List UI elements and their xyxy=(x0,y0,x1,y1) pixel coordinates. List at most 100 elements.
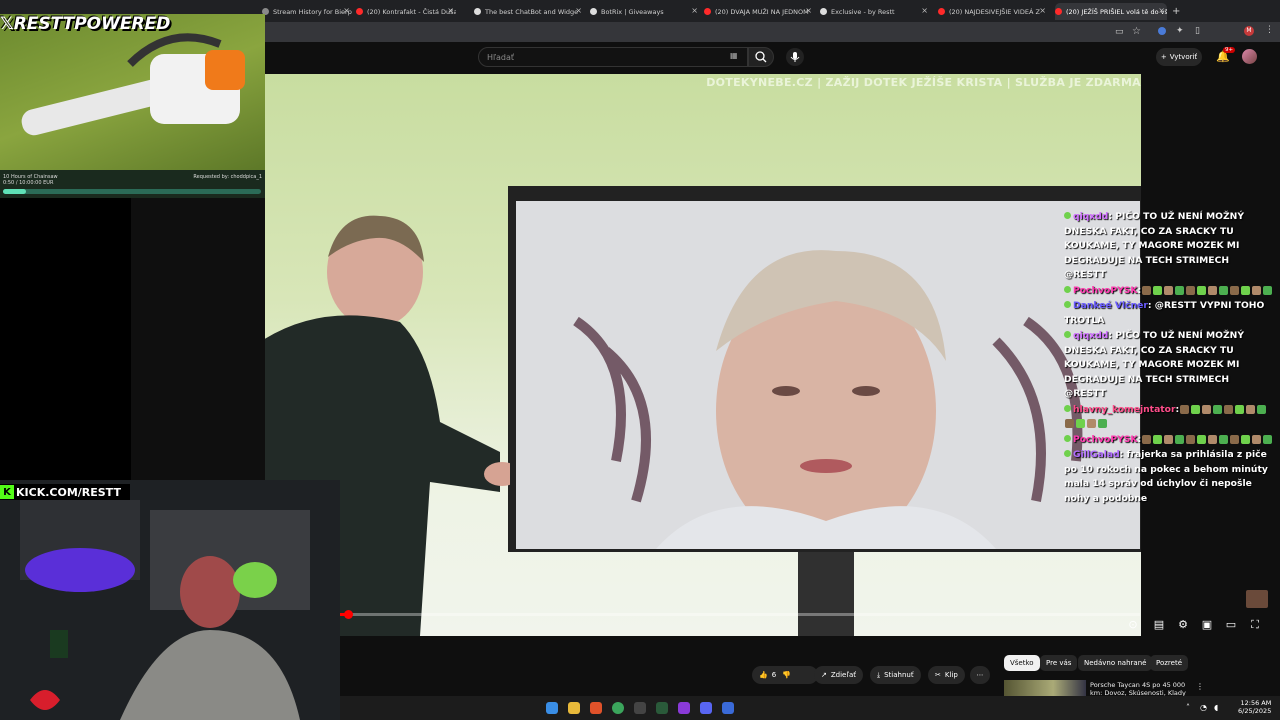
autoplay-toggle[interactable]: ⊙ xyxy=(1126,618,1140,632)
wifi-icon[interactable]: ◔ xyxy=(1200,703,1207,712)
chat-username: qiqxdd xyxy=(1073,330,1109,341)
subtitles-icon[interactable]: ▤ xyxy=(1152,618,1166,632)
settings-gear-icon[interactable]: ⚙ xyxy=(1176,618,1190,632)
kick-url-text: KICK.COM/RESTT xyxy=(16,485,121,499)
tab-close-icon[interactable]: × xyxy=(921,6,928,15)
chat-emote-icon xyxy=(1164,434,1174,444)
like-count: 6 xyxy=(771,671,777,679)
app-icon[interactable] xyxy=(656,702,668,714)
tab-close-icon[interactable]: × xyxy=(447,6,454,15)
tab-7[interactable]: (20) NAJDESIVEJŠIE VIDEÁ Z × xyxy=(938,3,1048,20)
chat-emote-icon xyxy=(1191,404,1201,414)
extension-icon[interactable] xyxy=(1158,27,1166,35)
chat-emote-icon xyxy=(1252,434,1262,444)
chat-emote-icon xyxy=(1208,434,1218,444)
mic-icon xyxy=(790,52,800,62)
recommended-video-title[interactable]: Porsche Taycan 4S po 45 000 km: Dovoz, S… xyxy=(1090,681,1190,697)
profile-avatar[interactable]: M xyxy=(1244,26,1254,36)
fullscreen-icon[interactable]: ⛶ xyxy=(1248,618,1262,632)
chat-emote-icon xyxy=(1241,434,1251,444)
bookmark-star-icon[interactable]: ☆ xyxy=(1132,26,1141,37)
obs-icon[interactable] xyxy=(634,702,646,714)
chrome-icon[interactable] xyxy=(612,702,624,714)
clip-button[interactable]: ✂ Klip xyxy=(928,666,965,684)
chat-message: PochvoPYSK: xyxy=(1064,433,1274,448)
filter-chip[interactable]: Všetko xyxy=(1004,655,1040,671)
start-menu-icon[interactable] xyxy=(546,702,558,714)
tab-close-icon[interactable]: × xyxy=(575,6,582,15)
create-label: Vytvoriť xyxy=(1169,53,1198,61)
theater-mode-icon[interactable]: ▭ xyxy=(1224,618,1238,632)
tab-8[interactable]: (20) JEŽÍŠ PRIŠIEL volá tě do vš × xyxy=(1055,3,1167,20)
chat-emote-icon xyxy=(1197,434,1207,444)
tab-close-icon[interactable]: × xyxy=(1039,6,1046,15)
tab-close-icon[interactable]: × xyxy=(805,6,812,15)
video-scrubber-handle[interactable] xyxy=(344,610,353,619)
tab-close-icon[interactable]: × xyxy=(1158,6,1165,15)
chat-emote-icon xyxy=(1186,434,1196,444)
search-input[interactable]: Hľadať xyxy=(478,47,748,67)
cast-icon[interactable]: ▭ xyxy=(1115,27,1124,37)
media-time: 0:50 / 10:00:00 EUR xyxy=(3,180,54,186)
like-dislike-pill[interactable]: 👍 6 👎 xyxy=(752,666,818,684)
chat-emote-icon xyxy=(1153,285,1163,295)
share-icon: ↗ xyxy=(821,671,827,679)
tab-label: (20) NAJDESIVEJŠIE VIDEÁ Z xyxy=(949,7,1040,16)
filter-chip[interactable]: Nedávno nahrané xyxy=(1078,655,1153,671)
tab-label: (20) DVAJA MUŽI NA JEDNOM xyxy=(715,7,809,16)
file-explorer-icon[interactable] xyxy=(568,702,580,714)
tab-1[interactable]: Stream History for Bierp × xyxy=(262,3,352,20)
chat-emote-icon xyxy=(1230,434,1240,444)
tray-chevron-icon[interactable]: ˄ xyxy=(1186,703,1190,712)
share-button[interactable]: ↗ Zdieľať xyxy=(814,666,864,684)
keyboard-icon[interactable]: ▦ xyxy=(730,51,738,60)
thumbs-up-icon[interactable]: 👍 xyxy=(759,671,768,679)
more-actions-button[interactable]: ⋯ xyxy=(970,666,990,684)
tab-favicon-icon xyxy=(356,8,363,15)
volume-icon[interactable]: ◖ xyxy=(1214,703,1218,712)
tab-5[interactable]: (20) DVAJA MUŽI NA JEDNOM × xyxy=(704,3,814,20)
twitch-icon[interactable] xyxy=(678,702,690,714)
clock-date: 6/25/2025 xyxy=(1238,707,1272,715)
thumbs-down-icon[interactable]: 👎 xyxy=(782,671,791,679)
sidebar-icon[interactable]: ▯ xyxy=(1195,26,1200,36)
search-button[interactable] xyxy=(748,47,774,67)
new-tab-button[interactable]: + xyxy=(1172,3,1184,20)
chat-badge-icon xyxy=(1064,434,1071,442)
chat-emote-icon xyxy=(1087,419,1096,428)
chat-badge-icon xyxy=(1064,450,1071,457)
media-progress-bar xyxy=(3,189,261,194)
tab-close-icon[interactable]: × xyxy=(343,6,350,15)
video-player[interactable]: DOTEKYNEBE.CZ | ZAŽIJ DOTEK JEŽÍŠE KRIST… xyxy=(265,74,1141,636)
search-icon xyxy=(755,51,767,63)
media-progress-fill xyxy=(3,189,27,194)
account-avatar[interactable] xyxy=(1242,49,1257,64)
tab-2[interactable]: (20) Kontrafakt - Čistá Duša p × xyxy=(356,3,456,20)
chat-emote-icon xyxy=(1076,419,1085,428)
brave-browser-icon[interactable] xyxy=(590,702,602,714)
miniplayer-icon[interactable]: ▣ xyxy=(1200,618,1214,632)
tab-3[interactable]: The best ChatBot and Widge × xyxy=(474,3,584,20)
discord-icon[interactable] xyxy=(700,702,712,714)
download-button[interactable]: ⤓ Stiahnuť xyxy=(870,666,921,684)
tab-close-icon[interactable]: × xyxy=(691,6,698,15)
video-call-scene xyxy=(516,201,1140,549)
tab-6[interactable]: Exclusive - by Restt × xyxy=(820,3,930,20)
stream-chat-overlay: qiqxdd: PIČO TO UŽ NENÍ MOŽNÝ DNESKA FAK… xyxy=(1064,210,1274,507)
tab-4[interactable]: BotRix | Giveaways × xyxy=(590,3,700,20)
download-label: Stiahnuť xyxy=(884,671,914,679)
menu-dots-icon[interactable]: ⋮ xyxy=(1265,25,1274,35)
filter-chip[interactable]: Pre vás xyxy=(1040,655,1078,671)
app-icon-2[interactable] xyxy=(722,702,734,714)
filter-chip[interactable]: Pozreté xyxy=(1150,655,1189,671)
chat-emote-icon xyxy=(1186,285,1196,295)
reco-menu-icon[interactable]: ⋮ xyxy=(1196,682,1204,691)
video-progress-bar[interactable] xyxy=(340,613,1140,616)
voice-search-button[interactable] xyxy=(786,48,804,66)
tab-label: Exclusive - by Restt xyxy=(831,7,895,16)
puzzle-icon[interactable]: ✦ xyxy=(1176,26,1184,36)
create-button[interactable]: + Vytvoriť xyxy=(1156,48,1202,66)
chat-emote-icon xyxy=(1153,434,1163,444)
taskbar-clock[interactable]: 12:56 AM 6/25/2025 xyxy=(1238,699,1271,715)
channel-watermark[interactable] xyxy=(1246,590,1268,608)
